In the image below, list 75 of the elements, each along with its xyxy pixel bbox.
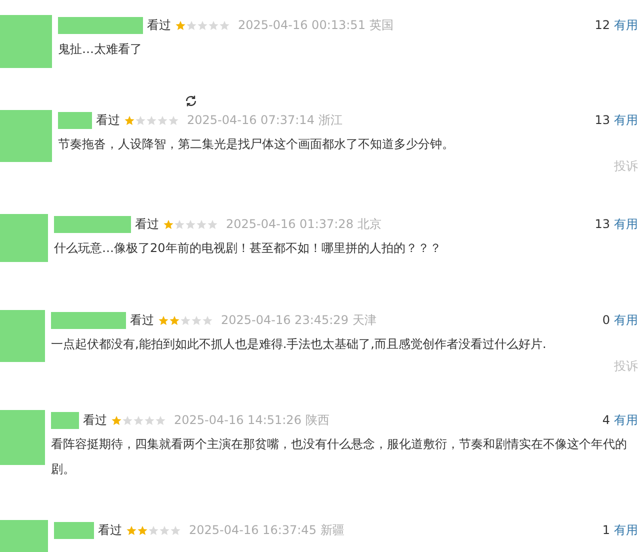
review-text: 看阵容挺期待，四集就看两个主演在那贫嘴，也没有什么悬念，服化道敷衍，节奏和剧情实在不像这个年代的剧。 — [51, 436, 628, 478]
redacted-avatar — [0, 214, 48, 262]
review-location: 英国 — [369, 17, 394, 34]
redacted-avatar — [0, 310, 45, 362]
watched-status: 看过 — [130, 312, 154, 329]
star-icon — [191, 314, 202, 326]
review-location: 新疆 — [320, 522, 344, 539]
vote-count: 0 — [602, 312, 610, 329]
review-time: 2025-04-16 00:13:51 — [238, 17, 366, 34]
redacted-username — [58, 112, 92, 128]
review-time: 2025-04-16 16:37:45 — [189, 522, 316, 539]
refresh-icon — [184, 94, 198, 108]
useful-link[interactable]: 有用 — [614, 111, 638, 129]
star-icon — [148, 524, 159, 536]
review-text: 鬼扯…太难看了 — [58, 41, 143, 58]
star-icon — [157, 114, 168, 126]
star-icon — [175, 20, 186, 30]
star-icon — [137, 524, 148, 536]
star-icon — [159, 524, 170, 536]
star-icon — [197, 20, 208, 30]
watched-status: 看过 — [147, 17, 171, 34]
redacted-avatar — [0, 410, 45, 465]
review-text: 一点起伏都没有,能拍到如此不抓人也是难得.手法也太基础了,而且感觉创作者没看过什么好片. — [51, 336, 548, 353]
watched-status: 看过 — [96, 112, 120, 129]
useful-link[interactable]: 有用 — [614, 311, 638, 329]
star-icon — [174, 218, 185, 230]
redacted-avatar — [0, 15, 52, 68]
star-icon — [207, 218, 218, 230]
star-icon — [158, 314, 169, 326]
star-icon — [202, 314, 213, 326]
review-location: 北京 — [357, 216, 382, 233]
useful-link[interactable]: 有用 — [614, 411, 638, 429]
star-icon — [111, 414, 122, 426]
redacted-username — [54, 522, 94, 538]
useful-link[interactable]: 有用 — [614, 521, 638, 539]
star-icon — [124, 114, 135, 126]
review-time: 2025-04-16 07:37:14 — [187, 112, 314, 129]
star-icon — [180, 314, 191, 326]
watched-status: 看过 — [98, 522, 122, 539]
vote-count: 13 — [594, 216, 610, 233]
star-icon — [196, 218, 207, 230]
star-icon — [186, 20, 197, 30]
review-location: 浙江 — [318, 112, 342, 129]
vote-count: 13 — [594, 112, 610, 129]
star-icon — [135, 114, 146, 126]
star-icon — [163, 218, 174, 230]
star-icon — [133, 414, 144, 426]
review-location: 天津 — [352, 312, 376, 329]
star-icon — [169, 314, 180, 326]
review-time: 2025-04-16 23:45:29 — [221, 312, 348, 329]
star-icon — [219, 20, 230, 30]
vote-count: 12 — [594, 17, 610, 34]
review-time: 2025-04-16 14:51:26 — [174, 412, 302, 429]
useful-link[interactable]: 有用 — [614, 16, 638, 34]
vote-count: 1 — [602, 522, 610, 539]
review-text: 什么玩意…像极了20年前的电视剧！甚至都不如！哪里拼的人拍的？？？ — [54, 240, 442, 257]
star-icon — [170, 524, 181, 536]
star-icon — [185, 218, 196, 230]
useful-link[interactable]: 有用 — [614, 215, 638, 233]
vote-count: 4 — [602, 412, 610, 429]
star-icon — [146, 114, 157, 126]
review-location: 陕西 — [305, 412, 330, 429]
star-icon — [208, 20, 219, 30]
star-icon — [122, 414, 133, 426]
redacted-avatar — [0, 110, 52, 162]
review-text: 节奏拖沓，人设降智，第二集光是找尸体这个画面都水了不知道多少分钟。 — [58, 136, 455, 153]
redacted-avatar — [0, 520, 48, 552]
star-icon — [168, 114, 179, 126]
star-icon — [144, 414, 155, 426]
star-icon — [126, 524, 137, 536]
watched-status: 看过 — [83, 412, 107, 429]
redacted-username — [51, 412, 79, 428]
review-time: 2025-04-16 01:37:28 — [226, 216, 354, 233]
star-icon — [155, 414, 166, 426]
watched-status: 看过 — [135, 216, 159, 233]
